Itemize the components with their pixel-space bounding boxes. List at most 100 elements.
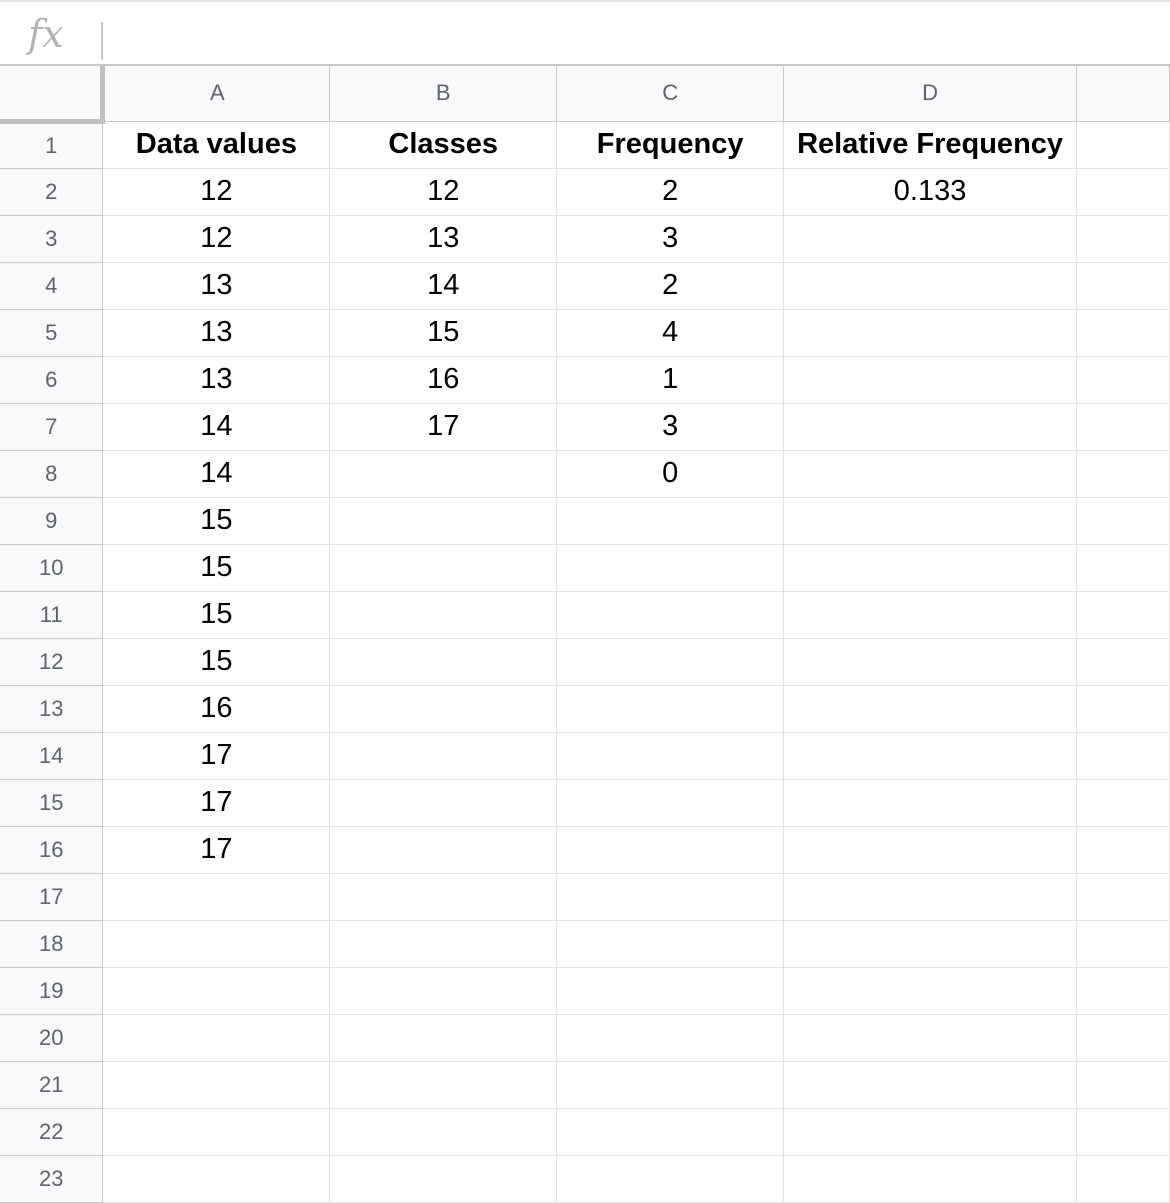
cell-b1[interactable]: Classes — [329, 121, 558, 169]
cell-e10[interactable] — [1076, 544, 1170, 592]
row-header-19[interactable]: 19 — [0, 967, 104, 1015]
cell-a16[interactable]: 17 — [102, 826, 331, 874]
cell-b21[interactable] — [329, 1061, 558, 1109]
cell-c16[interactable] — [556, 826, 785, 874]
cell-e13[interactable] — [1076, 685, 1170, 733]
cell-a7[interactable]: 14 — [102, 403, 331, 451]
cell-d8[interactable] — [783, 450, 1078, 498]
row-header-5[interactable]: 5 — [0, 309, 104, 357]
cell-b6[interactable]: 16 — [329, 356, 558, 404]
row-header-20[interactable]: 20 — [0, 1014, 104, 1062]
formula-input[interactable] — [112, 14, 1160, 54]
row-header-17[interactable]: 17 — [0, 873, 104, 921]
cell-d7[interactable] — [783, 403, 1078, 451]
cell-a9[interactable]: 15 — [102, 497, 331, 545]
column-header-e[interactable] — [1076, 66, 1170, 122]
row-header-7[interactable]: 7 — [0, 403, 104, 451]
row-header-10[interactable]: 10 — [0, 544, 104, 592]
cell-b9[interactable] — [329, 497, 558, 545]
cell-a6[interactable]: 13 — [102, 356, 331, 404]
row-header-13[interactable]: 13 — [0, 685, 104, 733]
cell-c14[interactable] — [556, 732, 785, 780]
cell-b19[interactable] — [329, 967, 558, 1015]
cell-b23[interactable] — [329, 1155, 558, 1203]
cell-a10[interactable]: 15 — [102, 544, 331, 592]
cell-d22[interactable] — [783, 1108, 1078, 1156]
cell-e22[interactable] — [1076, 1108, 1170, 1156]
cell-d15[interactable] — [783, 779, 1078, 827]
cell-b3[interactable]: 13 — [329, 215, 558, 263]
cell-b5[interactable]: 15 — [329, 309, 558, 357]
row-header-3[interactable]: 3 — [0, 215, 104, 263]
cell-c7[interactable]: 3 — [556, 403, 785, 451]
cell-c23[interactable] — [556, 1155, 785, 1203]
cell-d17[interactable] — [783, 873, 1078, 921]
cell-e6[interactable] — [1076, 356, 1170, 404]
cell-e11[interactable] — [1076, 591, 1170, 639]
column-header-a[interactable]: A — [102, 66, 331, 122]
cell-c20[interactable] — [556, 1014, 785, 1062]
cell-a2[interactable]: 12 — [102, 168, 331, 216]
cell-d3[interactable] — [783, 215, 1078, 263]
cell-a12[interactable]: 15 — [102, 638, 331, 686]
cell-a19[interactable] — [102, 967, 331, 1015]
row-header-15[interactable]: 15 — [0, 779, 104, 827]
cell-b15[interactable] — [329, 779, 558, 827]
cell-b7[interactable]: 17 — [329, 403, 558, 451]
row-header-8[interactable]: 8 — [0, 450, 104, 498]
row-header-11[interactable]: 11 — [0, 591, 104, 639]
cell-a21[interactable] — [102, 1061, 331, 1109]
select-all-corner[interactable] — [0, 66, 106, 124]
cell-c22[interactable] — [556, 1108, 785, 1156]
cell-b2[interactable]: 12 — [329, 168, 558, 216]
cell-a23[interactable] — [102, 1155, 331, 1203]
cell-e4[interactable] — [1076, 262, 1170, 310]
cell-b20[interactable] — [329, 1014, 558, 1062]
cell-d20[interactable] — [783, 1014, 1078, 1062]
cell-d9[interactable] — [783, 497, 1078, 545]
cell-b13[interactable] — [329, 685, 558, 733]
cell-c8[interactable]: 0 — [556, 450, 785, 498]
cell-e9[interactable] — [1076, 497, 1170, 545]
cell-d14[interactable] — [783, 732, 1078, 780]
row-header-18[interactable]: 18 — [0, 920, 104, 968]
cell-d10[interactable] — [783, 544, 1078, 592]
cell-c2[interactable]: 2 — [556, 168, 785, 216]
cell-d11[interactable] — [783, 591, 1078, 639]
column-header-d[interactable]: D — [783, 66, 1078, 122]
cell-e17[interactable] — [1076, 873, 1170, 921]
cell-c19[interactable] — [556, 967, 785, 1015]
cell-a1[interactable]: Data values — [102, 121, 331, 169]
cell-a11[interactable]: 15 — [102, 591, 331, 639]
cell-b8[interactable] — [329, 450, 558, 498]
cell-c17[interactable] — [556, 873, 785, 921]
cell-e14[interactable] — [1076, 732, 1170, 780]
cell-a14[interactable]: 17 — [102, 732, 331, 780]
cell-c18[interactable] — [556, 920, 785, 968]
cell-c1[interactable]: Frequency — [556, 121, 785, 169]
row-header-12[interactable]: 12 — [0, 638, 104, 686]
cell-b17[interactable] — [329, 873, 558, 921]
cell-d4[interactable] — [783, 262, 1078, 310]
cell-b16[interactable] — [329, 826, 558, 874]
cell-a8[interactable]: 14 — [102, 450, 331, 498]
cell-e1[interactable] — [1076, 121, 1170, 169]
cell-a18[interactable] — [102, 920, 331, 968]
cell-b22[interactable] — [329, 1108, 558, 1156]
row-header-2[interactable]: 2 — [0, 168, 104, 216]
row-header-6[interactable]: 6 — [0, 356, 104, 404]
cell-c6[interactable]: 1 — [556, 356, 785, 404]
cell-e3[interactable] — [1076, 215, 1170, 263]
column-header-b[interactable]: B — [329, 66, 558, 122]
row-header-16[interactable]: 16 — [0, 826, 104, 874]
row-header-21[interactable]: 21 — [0, 1061, 104, 1109]
cell-b4[interactable]: 14 — [329, 262, 558, 310]
cell-d2[interactable]: 0.133 — [783, 168, 1078, 216]
cell-a15[interactable]: 17 — [102, 779, 331, 827]
cell-d23[interactable] — [783, 1155, 1078, 1203]
cell-e7[interactable] — [1076, 403, 1170, 451]
cell-b11[interactable] — [329, 591, 558, 639]
cell-d5[interactable] — [783, 309, 1078, 357]
cell-b10[interactable] — [329, 544, 558, 592]
cell-b12[interactable] — [329, 638, 558, 686]
